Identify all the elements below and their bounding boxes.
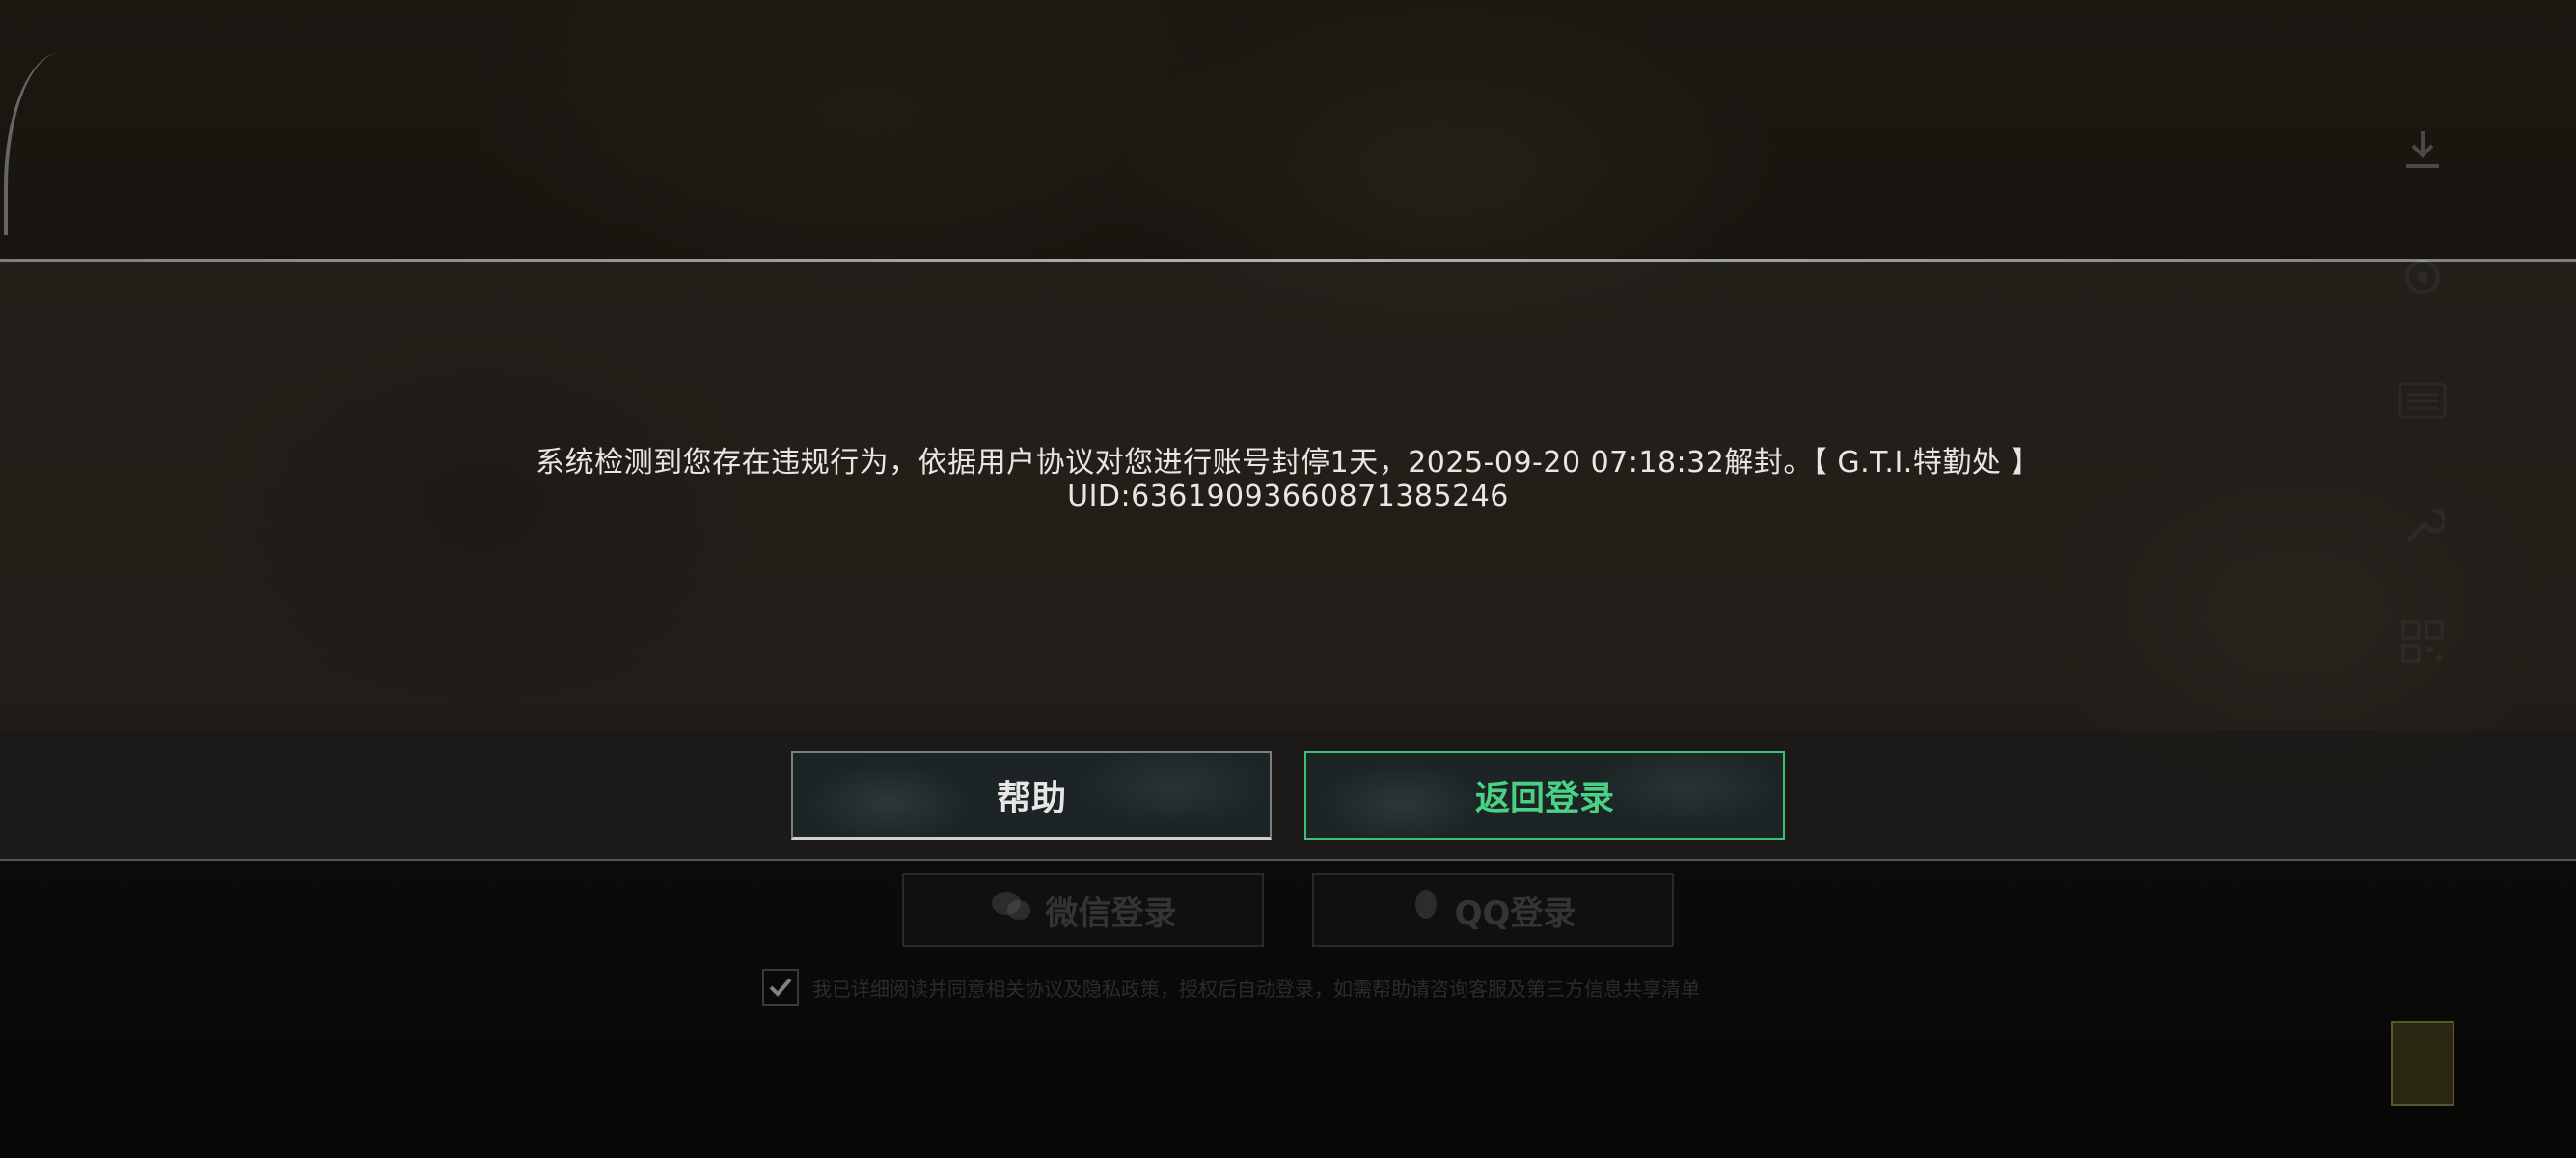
qq-icon [1411, 887, 1441, 934]
uid-text: UID:636190936608713852​46 [1067, 480, 1509, 513]
dim-overlay [0, 0, 2576, 259]
agreement-checkbox[interactable] [762, 969, 799, 1006]
help-button-label: 帮助 [996, 778, 1066, 818]
wechat-icon [990, 889, 1032, 932]
qq-login-label: QQ登录 [1454, 894, 1576, 933]
agreement-text: 我已详细阅读并同意相关协议及隐私政策，授权后自动登录，如需帮助请咨询客服及第三方… [812, 977, 1700, 1001]
dialog-button-band [0, 730, 2576, 861]
help-button[interactable]: 帮助 [791, 751, 1272, 840]
ban-message: 系统检测到您存在违规行为，依据用户协议对您进行账号封停1天，2025-09-20… [289, 446, 2287, 513]
wechat-login-label: 微信登录 [1045, 894, 1177, 933]
qq-login-button[interactable]: QQ登录 [1312, 873, 1674, 947]
wechat-login-button[interactable]: 微信登录 [902, 873, 1264, 947]
ban-message-line: 系统检测到您存在违规行为，依据用户协议对您进行账号封停1天，2025-09-20… [535, 446, 2041, 480]
return-login-button[interactable]: 返回登录 [1304, 751, 1785, 840]
age-rating-badge [2391, 1021, 2454, 1106]
return-login-button-label: 返回登录 [1474, 779, 1614, 818]
download-icon [2398, 125, 2447, 174]
background-bottom [0, 859, 2576, 1158]
agreement-row: 我已详细阅读并同意相关协议及隐私政策，授权后自动登录，如需帮助请咨询客服及第三方… [762, 969, 1700, 1006]
